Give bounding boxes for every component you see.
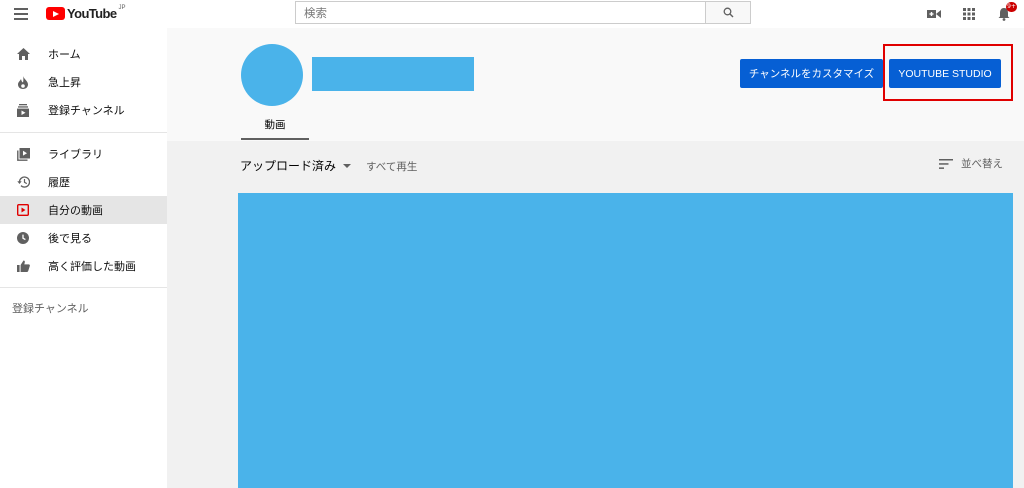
video-thumbnail-placeholder[interactable] xyxy=(238,193,1013,488)
sidebar-item-history[interactable]: 履歴 xyxy=(0,168,167,196)
sidebar-item-liked-videos[interactable]: 高く評価した動画 xyxy=(0,252,167,280)
video-camera-icon xyxy=(926,9,941,18)
search-bar xyxy=(295,1,751,24)
channel-name-redacted xyxy=(312,57,474,91)
sidebar-item-my-videos[interactable]: 自分の動画 xyxy=(0,196,167,224)
history-icon xyxy=(16,175,30,189)
search-input[interactable] xyxy=(295,1,705,24)
channel-header: 動画 チャンネルをカスタマイズ YOUTUBE STUDIO xyxy=(167,28,1024,141)
play-all-link[interactable]: すべて再生 xyxy=(366,159,417,174)
content-toolbar: アップロード済み すべて再生 並べ替え xyxy=(167,141,1024,191)
top-bar: YouTube JP 9+ xyxy=(0,0,1024,28)
subscriptions-icon xyxy=(16,103,30,117)
apps-grid-icon xyxy=(962,7,975,20)
customize-channel-button[interactable]: チャンネルをカスタマイズ xyxy=(740,59,883,88)
sidebar-item-label: 後で見る xyxy=(48,232,92,245)
logo-region: JP xyxy=(118,5,126,11)
sidebar-item-label: 履歴 xyxy=(48,176,70,189)
youtube-logo[interactable]: YouTube JP xyxy=(46,5,126,22)
uploads-dropdown[interactable]: アップロード済み xyxy=(240,157,352,174)
tab-videos-label: 動画 xyxy=(264,118,286,131)
library-icon xyxy=(16,147,30,161)
youtube-play-icon xyxy=(46,7,65,20)
tab-videos[interactable]: 動画 xyxy=(241,110,309,140)
thumbs-up-icon xyxy=(16,259,30,273)
youtube-studio-button[interactable]: YOUTUBE STUDIO xyxy=(889,59,1001,88)
fire-icon xyxy=(16,75,30,89)
hamburger-menu-icon[interactable] xyxy=(14,8,28,20)
notification-badge: 9+ xyxy=(1006,2,1017,12)
watch-later-icon xyxy=(16,231,30,245)
tab-active-underline xyxy=(241,138,309,140)
sidebar-item-home[interactable]: ホーム xyxy=(0,40,167,68)
sidebar-item-trending[interactable]: 急上昇 xyxy=(0,68,167,96)
channel-avatar[interactable] xyxy=(241,44,303,106)
sidebar-item-watch-later[interactable]: 後で見る xyxy=(0,224,167,252)
sidebar-item-label: 自分の動画 xyxy=(48,204,103,217)
home-icon xyxy=(16,47,30,61)
caret-down-icon xyxy=(343,163,352,168)
apps-button[interactable] xyxy=(960,5,977,22)
sidebar-item-label: 登録チャンネル xyxy=(48,104,125,117)
create-video-button[interactable] xyxy=(925,5,942,22)
logo-text: YouTube xyxy=(67,6,117,21)
notifications-button[interactable]: 9+ xyxy=(995,2,1017,22)
my-videos-icon xyxy=(16,203,30,217)
sidebar-item-library[interactable]: ライブラリ xyxy=(0,140,167,168)
sort-button[interactable]: 並べ替え xyxy=(939,156,1003,171)
sidebar-item-label: 急上昇 xyxy=(48,76,81,89)
sidebar-library-group: ライブラリ 履歴 自分の動画 後で見る 高く評価した動画 xyxy=(0,133,167,288)
search-icon xyxy=(723,7,733,18)
subscriptions-section-title: 登録チャンネル xyxy=(12,302,89,315)
sort-button-label: 並べ替え xyxy=(961,158,1003,170)
sidebar-item-label: ライブラリ xyxy=(48,148,103,161)
sort-icon xyxy=(939,158,953,169)
sidebar: ホーム 急上昇 登録チャンネル ライブラリ 履歴 自分の動画 後で見る 高く評価… xyxy=(0,28,167,488)
uploads-dropdown-label: アップロード済み xyxy=(240,159,337,173)
search-button[interactable] xyxy=(705,1,751,24)
sidebar-primary-group: ホーム 急上昇 登録チャンネル xyxy=(0,28,167,133)
sidebar-item-subscriptions[interactable]: 登録チャンネル xyxy=(0,96,167,124)
sidebar-item-label: 高く評価した動画 xyxy=(48,260,136,273)
sidebar-item-label: ホーム xyxy=(48,48,81,61)
